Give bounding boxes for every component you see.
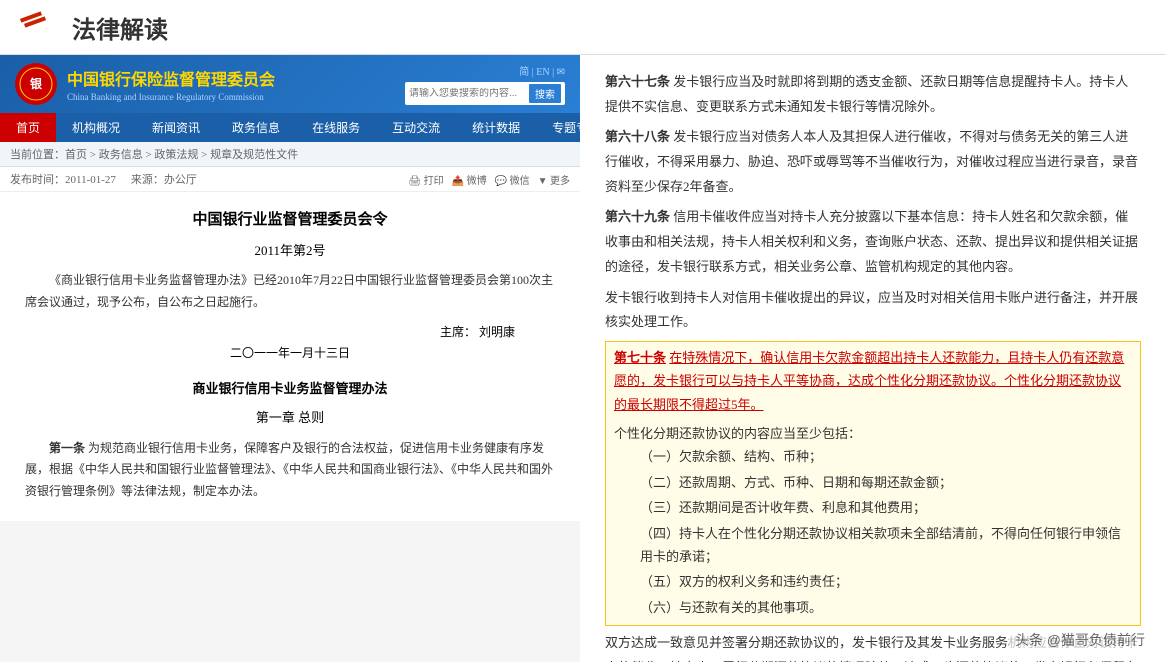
bank-website-embed: 银 中国银行保险监督管理委员会 China Banking and Insura… [0,55,580,521]
doc-meta: 发布时间：2011-01-27 来源：办公厅 🖨 打印 📤 微博 💬 微信 ▼ … [0,167,580,192]
bank-header-right: 简 | EN | ✉ 搜索 [405,63,565,105]
bank-logo: 银 [15,63,57,105]
list-item-5: （五）双方的权利义务和违约责任； [640,570,1132,593]
bank-search-bar: 搜索 [405,82,565,105]
doc-title1: 中国银行业监督管理委员会令 [25,207,555,234]
doc-sign-name: 刘明康 [479,325,515,339]
doc-law-title: 商业银行信用卡业务监督管理办法 [25,377,555,400]
list-item-3: （三）还款期间是否计收年费、利息和其他费用； [640,496,1132,519]
nav-policy[interactable]: 政务信息 [216,113,296,142]
bank-lang-links[interactable]: 简 | EN | ✉ [519,63,565,78]
doc-meta-icons: 🖨 打印 📤 微博 💬 微信 ▼ 更多 [408,172,570,187]
doc-content: 中国银行业监督管理委员会令 2011年第2号 《商业银行信用卡业务监督管理办法》… [0,192,580,521]
article1: 第一条 为规范商业银行信用卡业务，保障客户及银行的合法权益，促进信用卡业务健康有… [25,438,555,503]
list-item-1: （一）欠款余额、结构、币种； [640,445,1132,468]
list-item-6: （六）与还款有关的其他事项。 [640,596,1132,619]
left-panel: 银 中国银行保险监督管理委员会 China Banking and Insura… [0,55,580,662]
article-70-sub-intro: 个性化分期还款协议的内容应当至少包括： [614,422,1132,445]
doc-meta-date: 发布时间：2011-01-27 [10,171,116,187]
nav-about[interactable]: 机构概况 [56,113,136,142]
article-69-text: 信用卡催收件应当对持卡人充分披露以下基本信息：持卡人姓名和欠款余额，催收事由和相… [605,209,1138,273]
nav-special[interactable]: 专题专栏 [536,113,580,142]
list-item-2: （二）还款周期、方式、币种、日期和每期还款金额； [640,471,1132,494]
article-68-label: 第六十八条 [605,129,670,144]
more-button[interactable]: ▼ 更多 [538,172,570,187]
bank-search-input[interactable] [409,88,529,99]
nav-news[interactable]: 新闻资讯 [136,113,216,142]
bank-search-button[interactable]: 搜索 [529,84,561,103]
article-67-label: 第六十七条 [605,74,670,89]
article-70-highlight: 第七十条 在特殊情况下，确认信用卡欠款金额超出持卡人还款能力，且持卡人仍有还款意… [605,341,1141,626]
wechat-button[interactable]: 💬 微信 [495,172,530,187]
bank-header-text: 中国银行保险监督管理委员会 China Banking and Insuranc… [67,66,395,102]
article-69b-text: 发卡银行收到持卡人对信用卡催收提出的异议，应当及时对相关信用卡账户进行备注，并开… [605,290,1138,330]
logo-icon [20,10,60,45]
list-item-4: （四）持卡人在个性化分期还款协议相关款项未全部结清前，不得向任何银行申领信用卡的… [640,522,1132,569]
article-70-label: 第七十条 [614,350,666,365]
weibo-button[interactable]: 📤 微博 [452,172,487,187]
doc-meta-source: 来源：办公厅 [131,171,197,187]
article-68: 第六十八条 发卡银行应当对债务人本人及其担保人进行催收，不得对与债务无关的第三人… [605,125,1141,199]
article-69: 第六十九条 信用卡催收件应当对持卡人充分披露以下基本信息：持卡人姓名和欠款余额，… [605,205,1141,279]
doc-sign: 主席： 刘明康 [25,322,555,344]
article-70: 第七十条 在特殊情况下，确认信用卡欠款金额超出持卡人还款能力，且持卡人仍有还款意… [614,346,1132,416]
article-70-text: 在特殊情况下，确认信用卡欠款金额超出持卡人还款能力，且持卡人仍有还款意愿的，发卡… [614,350,1124,412]
chapter-title: 第一章 总则 [25,406,555,429]
svg-text:银: 银 [30,76,43,91]
article-67-text: 发卡银行应当及时就即将到期的透支金额、还款日期等信息提醒持卡人。持卡人提供不实信… [605,74,1128,114]
right-panel: 第六十七条 发卡银行应当及时就即将到期的透支金额、还款日期等信息提醒持卡人。持卡… [580,55,1166,662]
doc-date: 二〇一一年一月十三日 [25,343,555,365]
article-67: 第六十七条 发卡银行应当及时就即将到期的透支金额、还款日期等信息提醒持卡人。持卡… [605,70,1141,119]
bank-nav: 首页 机构概况 新闻资讯 政务信息 在线服务 互动交流 统计数据 专题专栏 [0,113,580,142]
article1-text: 为规范商业银行信用卡业务，保障客户及银行的合法权益，促进信用卡业务健康有序发展，… [25,441,553,498]
article-68-text: 发卡银行应当对债务人本人及其担保人进行催收，不得对与债务无关的第三人进行催收，不… [605,129,1138,193]
article-69b: 发卡银行收到持卡人对信用卡催收提出的异议，应当及时对相关信用卡账户进行备注，并开… [605,286,1141,335]
nav-stats[interactable]: 统计数据 [456,113,536,142]
site-title: 法律解读 [72,10,168,45]
watermark: 头条 @猫哥负债前行 [1009,628,1151,652]
doc-title2: 2011年第2号 [25,239,555,262]
site-header: 法律解读 [0,0,1166,55]
nav-home[interactable]: 首页 [0,113,56,142]
article-69-label: 第六十九条 [605,209,670,224]
print-button[interactable]: 🖨 打印 [408,172,443,187]
article-70-list: （一）欠款余额、结构、币种； （二）还款周期、方式、币种、日期和每期还款金额； … [640,445,1132,619]
bank-name-en: China Banking and Insurance Regulatory C… [67,92,395,102]
doc-order-text: 《商业银行信用卡业务监督管理办法》已经2010年7月22日中国银行业监督管理委员… [25,270,555,313]
bank-name-cn: 中国银行保险监督管理委员会 [67,66,395,90]
bank-header: 银 中国银行保险监督管理委员会 China Banking and Insura… [0,55,580,113]
main-container: 银 中国银行保险监督管理委员会 China Banking and Insura… [0,55,1166,662]
doc-sign-label: 主席： [440,325,476,339]
nav-service[interactable]: 在线服务 [296,113,376,142]
breadcrumb: 当前位置：首页 > 政务信息 > 政策法规 > 规章及规范性文件 [0,142,580,167]
article1-label: 第一条 [49,441,85,455]
nav-interact[interactable]: 互动交流 [376,113,456,142]
